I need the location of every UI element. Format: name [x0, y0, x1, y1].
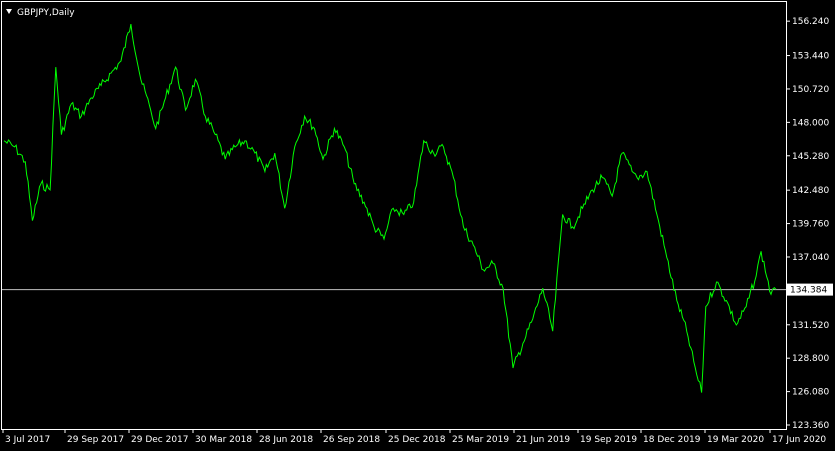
- x-tick-label: 26 Sep 2018: [323, 435, 380, 445]
- y-tick-label: 123.360: [792, 421, 829, 431]
- chart-header: GBPJPY,Daily: [6, 8, 75, 18]
- x-tick-label: 19 Sep 2019: [580, 435, 637, 445]
- y-tick-label: 145.280: [792, 152, 829, 162]
- y-tick-label: 131.520: [792, 321, 829, 331]
- x-tick-label: 19 Mar 2020: [707, 435, 764, 445]
- x-tick-label: 28 Jun 2018: [259, 435, 313, 445]
- chart-window[interactable]: GBPJPY,Daily 156.240 153.440 150.720 148.00…: [0, 0, 835, 451]
- y-tick-label: 142.480: [792, 186, 829, 196]
- y-tick-label: 126.080: [792, 388, 829, 398]
- symbol-label: GBPJPY,Daily: [17, 8, 75, 18]
- y-tick-label: 156.240: [792, 17, 829, 27]
- x-tick-label: 30 Mar 2018: [195, 435, 252, 445]
- y-tick-label: 139.760: [792, 220, 829, 230]
- x-tick-label: 18 Dec 2019: [643, 435, 701, 445]
- price-label-text: 134.384: [790, 286, 827, 296]
- x-tick-label: 29 Dec 2017: [131, 435, 189, 445]
- x-tick-label: 25 Mar 2019: [452, 435, 509, 445]
- x-tick-label: 3 Jul 2017: [5, 435, 50, 445]
- y-tick-label: 148.000: [792, 118, 829, 128]
- y-tick-label: 128.800: [792, 354, 829, 364]
- chart-background: [0, 0, 835, 451]
- x-tick-label: 25 Dec 2018: [388, 435, 446, 445]
- y-tick-label: 150.720: [792, 85, 829, 95]
- x-tick-label: 29 Sep 2017: [67, 435, 124, 445]
- y-tick-label: 153.440: [792, 52, 829, 62]
- current-price-label: 134.384: [787, 283, 833, 296]
- x-tick-label: 21 Jun 2019: [516, 435, 570, 445]
- x-tick-label: 17 Jun 2020: [772, 435, 826, 445]
- y-tick-label: 137.040: [792, 253, 829, 263]
